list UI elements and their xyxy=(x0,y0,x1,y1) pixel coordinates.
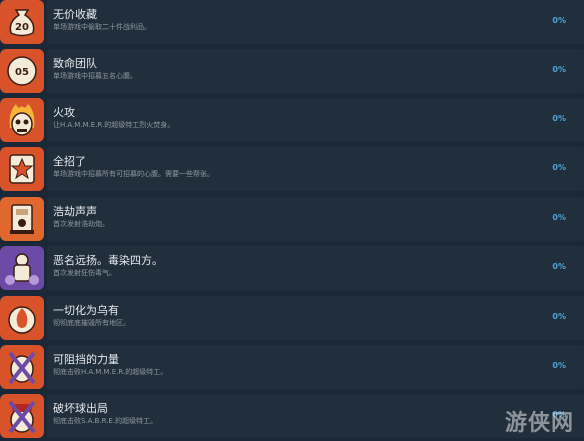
crossed-agent-helmet-icon xyxy=(0,394,44,438)
achievement-panel: 破坏球出局 彻底击败S.A.B.R.E.的超级特工。 0% xyxy=(47,394,584,438)
achievement-row[interactable]: 20 无价收藏 单场游戏中偷取二十件战利品。 0% xyxy=(0,0,584,47)
achievement-title: 全招了 xyxy=(53,155,86,168)
achievement-percent: 0% xyxy=(552,163,566,172)
watermark: 游侠网 xyxy=(504,411,574,436)
crossed-agent-icon xyxy=(0,345,44,389)
badge-number: 05 xyxy=(15,67,29,78)
achievement-panel: 无价收藏 单场游戏中偷取二十件战利品。 0% xyxy=(47,0,584,44)
achievement-description: 单场游戏中招募所有可招募的心腹。需要一些帮张。 xyxy=(53,170,214,178)
achievement-description: 彻底击败H.A.M.M.E.R.的超级特工。 xyxy=(53,368,168,376)
achievement-percent: 0% xyxy=(552,16,566,25)
achievement-description: 彻彻底底摧毁所有地区。 xyxy=(53,319,130,327)
achievement-description: 单场游戏中招募五名心腹。 xyxy=(53,72,137,80)
achievement-title: 火攻 xyxy=(53,106,75,119)
achievement-panel: 致命团队 单场游戏中招募五名心腹。 0% xyxy=(47,49,584,93)
achievement-panel: 可阻挡的力量 彻底击败H.A.M.M.E.R.的超级特工。 0% xyxy=(47,345,584,389)
achievement-title: 无价收藏 xyxy=(53,8,97,21)
achievement-panel: 一切化为乌有 彻彻底底摧毁所有地区。 0% xyxy=(47,296,584,340)
achievement-panel: 恶名远扬。毒染四方。 首次发射狂伤毒气。 0% xyxy=(47,246,584,290)
achievement-percent: 0% xyxy=(552,213,566,222)
achievement-row[interactable]: 破坏球出局 彻底击败S.A.B.R.E.的超级特工。 0% xyxy=(0,394,584,441)
achievement-description: 单场游戏中偷取二十件战利品。 xyxy=(53,23,151,31)
achievement-percent: 0% xyxy=(552,361,566,370)
cannon-icon xyxy=(0,197,44,241)
achievement-percent: 0% xyxy=(552,65,566,74)
fireball-icon xyxy=(0,296,44,340)
achievement-panel: 火攻 让H.A.M.M.E.R.的超级特工烈火焚身。 0% xyxy=(47,98,584,142)
achievement-description: 首次发射狂伤毒气。 xyxy=(53,269,116,277)
achievement-row[interactable]: 全招了 单场游戏中招募所有可招募的心腹。需要一些帮张。 0% xyxy=(0,147,584,194)
achievement-row[interactable]: 可阻挡的力量 彻底击败H.A.M.M.E.R.的超级特工。 0% xyxy=(0,345,584,392)
badge-number: 20 xyxy=(15,22,29,33)
achievement-row[interactable]: 浩劫声声 首次发射浩劫炮。 0% xyxy=(0,197,584,244)
achievement-title: 可阻挡的力量 xyxy=(53,353,119,366)
achievement-percent: 0% xyxy=(552,312,566,321)
achievement-percent: 0% xyxy=(552,262,566,271)
achievement-description: 首次发射浩劫炮。 xyxy=(53,220,109,228)
achievement-row[interactable]: 一切化为乌有 彻彻底底摧毁所有地区。 0% xyxy=(0,296,584,343)
achievement-title: 一切化为乌有 xyxy=(53,304,119,317)
achievement-row[interactable]: 火攻 让H.A.M.M.E.R.的超级特工烈火焚身。 0% xyxy=(0,98,584,145)
achievement-panel: 全招了 单场游戏中招募所有可招募的心腹。需要一些帮张。 0% xyxy=(47,147,584,191)
achievement-title: 恶名远扬。毒染四方。 xyxy=(53,254,163,267)
achievement-title: 致命团队 xyxy=(53,57,97,70)
achievement-percent: 0% xyxy=(552,114,566,123)
poison-gas-icon xyxy=(0,246,44,290)
achievement-row[interactable]: 恶名远扬。毒染四方。 首次发射狂伤毒气。 0% xyxy=(0,246,584,293)
achievement-description: 彻底击败S.A.B.R.E.的超级特工。 xyxy=(53,417,158,425)
achievement-title: 破坏球出局 xyxy=(53,402,108,415)
star-badge-icon xyxy=(0,147,44,191)
money-bag-icon: 20 xyxy=(0,0,44,44)
achievement-row[interactable]: 05 致命团队 单场游戏中招募五名心腹。 0% xyxy=(0,49,584,96)
flaming-skull-icon xyxy=(0,98,44,142)
achievement-description: 让H.A.M.M.E.R.的超级特工烈火焚身。 xyxy=(53,121,175,129)
achievement-title: 浩劫声声 xyxy=(53,205,97,218)
team-badge-icon: 05 xyxy=(0,49,44,93)
achievement-panel: 浩劫声声 首次发射浩劫炮。 0% xyxy=(47,197,584,241)
